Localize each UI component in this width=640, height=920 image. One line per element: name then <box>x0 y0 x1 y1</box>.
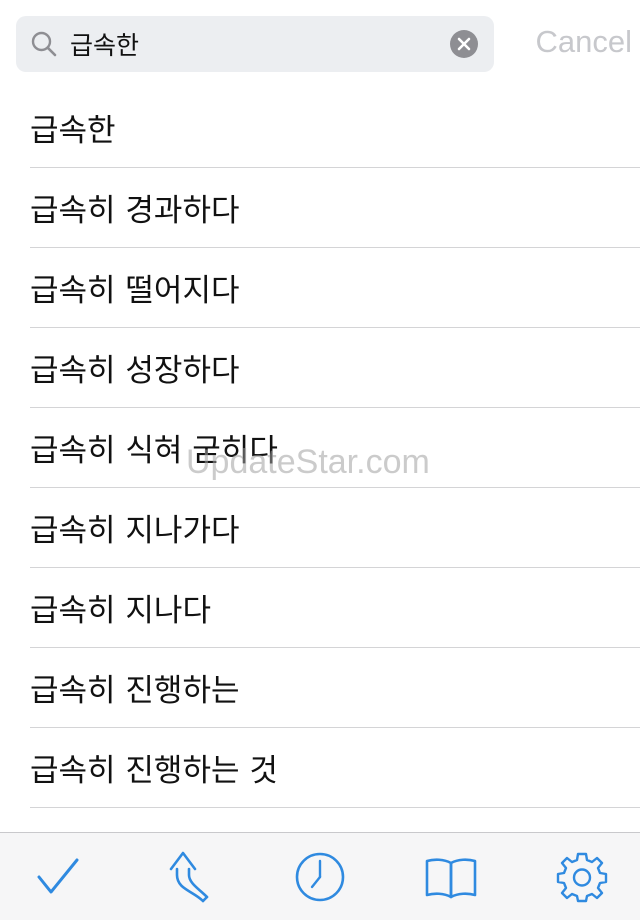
cancel-button[interactable]: Cancel <box>506 20 633 64</box>
result-label: 급속히 경과하다 <box>30 193 240 229</box>
checkmark-button[interactable] <box>28 847 88 907</box>
result-label: 급속히 떨어지다 <box>30 273 240 309</box>
result-item[interactable] <box>30 808 640 832</box>
search-bar: Cancel <box>0 0 640 88</box>
result-label: 급속히 지나다 <box>30 593 211 629</box>
result-label: 급속히 성장하다 <box>30 353 240 389</box>
search-icon <box>30 30 58 58</box>
result-item[interactable]: 급속히 진행하는 <box>30 648 640 728</box>
back-button[interactable] <box>157 847 217 907</box>
result-label: 급속히 진행하는 것 <box>30 753 278 789</box>
bookmarks-button[interactable] <box>421 847 481 907</box>
back-arrow-icon <box>163 849 211 905</box>
dictionary-search-screen: Cancel 급속한 급속히 경과하다 급속히 떨어지다 급속히 성장하다 급속… <box>0 0 640 920</box>
result-item[interactable]: 급속히 경과하다 <box>30 168 640 248</box>
checkmark-icon <box>36 855 80 899</box>
clear-search-icon[interactable] <box>449 29 479 59</box>
result-label: 급속히 식혀 굳히다 <box>30 433 278 469</box>
result-item[interactable]: 급속히 지나가다 <box>30 488 640 568</box>
search-input[interactable] <box>70 24 450 64</box>
history-button[interactable] <box>290 847 350 907</box>
history-clock-icon <box>294 851 346 903</box>
search-field[interactable] <box>16 16 494 72</box>
bottom-toolbar <box>0 832 640 920</box>
settings-gear-icon <box>556 851 608 903</box>
result-label: 급속히 진행하는 <box>30 673 240 709</box>
result-item[interactable]: 급속한 <box>30 88 640 168</box>
result-item[interactable]: 급속히 성장하다 <box>30 328 640 408</box>
settings-button[interactable] <box>552 847 612 907</box>
results-list: 급속한 급속히 경과하다 급속히 떨어지다 급속히 성장하다 급속히 식혀 굳히… <box>0 88 640 832</box>
result-item[interactable]: 급속히 식혀 굳히다 <box>30 408 640 488</box>
result-item[interactable]: 급속히 지나다 <box>30 568 640 648</box>
result-label: 급속한 <box>30 113 116 149</box>
result-item[interactable]: 급속히 진행하는 것 <box>30 728 640 808</box>
book-icon <box>424 855 478 899</box>
result-label: 급속히 지나가다 <box>30 513 240 549</box>
result-item[interactable]: 급속히 떨어지다 <box>30 248 640 328</box>
